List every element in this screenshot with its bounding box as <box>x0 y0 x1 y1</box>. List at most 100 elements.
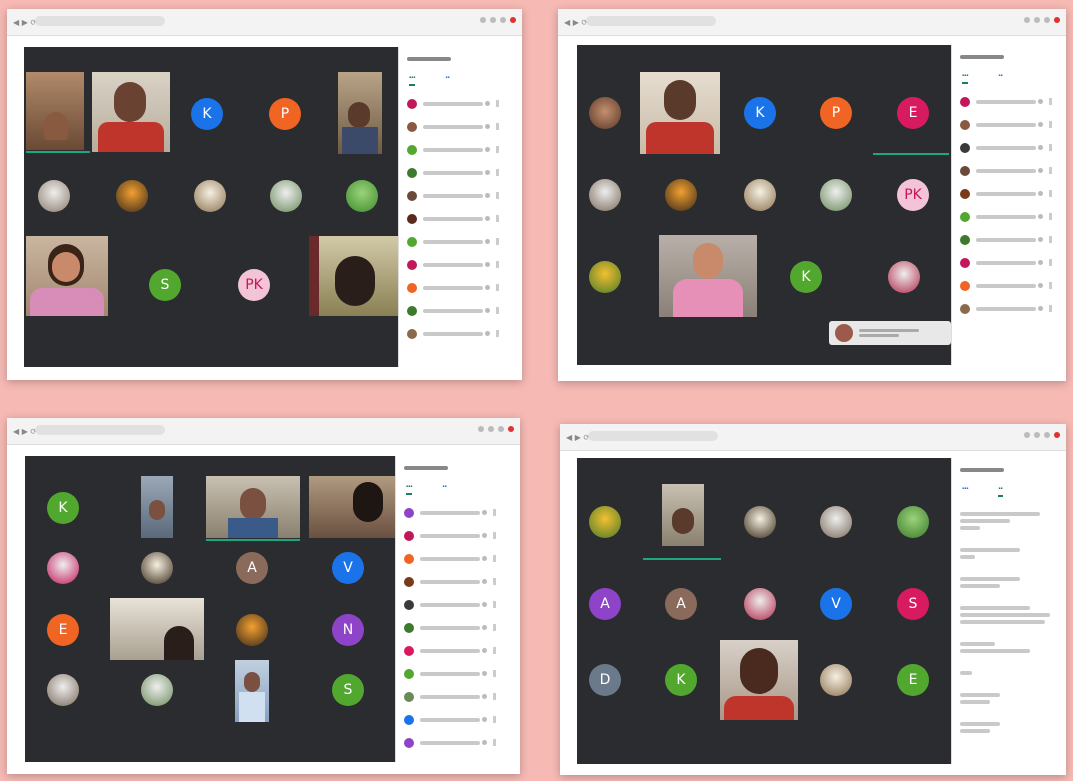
back-forward-icon[interactable]: ◀ ▶ ⟳ <box>13 427 37 436</box>
participant-photo-avatar <box>47 674 79 706</box>
tab-people[interactable]: ▪▪▪ <box>962 73 969 84</box>
tab-chat[interactable]: ▪▪ <box>998 73 1002 84</box>
participant-video[interactable] <box>26 236 108 316</box>
participant-row[interactable] <box>952 251 1060 274</box>
participant-row[interactable] <box>396 593 504 616</box>
participant-row[interactable] <box>399 230 507 253</box>
speaking-indicator <box>26 151 90 153</box>
participant-photo-avatar <box>589 506 621 538</box>
back-forward-icon[interactable]: ◀ ▶ ⟳ <box>13 18 37 27</box>
participant-row[interactable] <box>399 92 507 115</box>
avatar-k: K <box>191 98 223 130</box>
tab-chat[interactable]: ▪▪ <box>445 75 449 86</box>
speaking-indicator <box>873 153 949 155</box>
participant-photo-avatar <box>116 180 148 212</box>
address-bar[interactable] <box>35 16 165 26</box>
tab-people[interactable]: ▪▪▪ <box>962 486 968 497</box>
panel-tabs[interactable]: ▪▪▪ ▪▪ <box>952 67 1060 90</box>
tab-chat[interactable]: ▪▪ <box>442 484 446 495</box>
panel-tabs[interactable]: ▪▪▪ ▪▪ <box>399 69 507 92</box>
browser-extensions <box>1024 432 1060 438</box>
avatar-a: A <box>589 588 621 620</box>
participant-photo-avatar <box>589 179 621 211</box>
participant-video[interactable] <box>141 476 173 538</box>
participant-row[interactable] <box>399 253 507 276</box>
participant-row[interactable] <box>952 182 1060 205</box>
participant-photo-avatar <box>141 674 173 706</box>
participant-row[interactable] <box>952 297 1060 320</box>
participant-video[interactable] <box>309 476 395 538</box>
participant-video[interactable] <box>110 598 204 660</box>
panel-tabs[interactable]: ▪▪▪ ▪▪ <box>396 478 504 501</box>
participant-row[interactable] <box>399 276 507 299</box>
avatar-n: N <box>332 614 364 646</box>
participant-photo-avatar <box>897 506 929 538</box>
avatar-a: A <box>236 552 268 584</box>
participant-photo-avatar <box>236 614 268 646</box>
avatar-p: P <box>269 98 301 130</box>
participant-video[interactable] <box>662 484 704 546</box>
chat-message <box>952 597 1060 633</box>
chat-message <box>952 684 1060 713</box>
chat-message <box>952 713 1060 742</box>
tab-chat[interactable]: ▪▪ <box>998 486 1003 497</box>
participant-row[interactable] <box>399 322 507 345</box>
avatar-s: S <box>897 588 929 620</box>
participant-row[interactable] <box>396 639 504 662</box>
participant-video[interactable] <box>92 72 170 152</box>
address-bar[interactable] <box>35 425 165 435</box>
tab-people[interactable]: ▪▪▪ <box>406 484 413 495</box>
avatar-v: V <box>332 552 364 584</box>
participant-row[interactable] <box>399 207 507 230</box>
people-panel: ▪▪▪ ▪▪ <box>395 456 504 762</box>
participant-video[interactable] <box>206 476 300 538</box>
participant-row[interactable] <box>396 570 504 593</box>
avatar-e: E <box>897 97 929 129</box>
participant-row[interactable] <box>396 662 504 685</box>
back-forward-icon[interactable]: ◀ ▶ ⟳ <box>564 18 588 27</box>
participant-video[interactable] <box>309 236 398 316</box>
avatar <box>835 324 853 342</box>
participant-row[interactable] <box>952 159 1060 182</box>
participant-photo-avatar <box>589 261 621 293</box>
participant-video[interactable] <box>26 72 84 150</box>
participant-video[interactable] <box>659 235 757 317</box>
video-stage: K A V E N S <box>25 456 395 762</box>
browser-extensions <box>478 426 514 432</box>
participant-row[interactable] <box>952 136 1060 159</box>
people-panel: ▪▪▪ ▪▪ <box>951 45 1060 365</box>
panel-title <box>952 458 1060 480</box>
participant-row[interactable] <box>952 205 1060 228</box>
participant-row[interactable] <box>396 501 504 524</box>
participant-photo-avatar <box>888 261 920 293</box>
participant-row[interactable] <box>952 274 1060 297</box>
tab-people[interactable]: ▪▪▪ <box>409 75 416 86</box>
avatar-a: A <box>665 588 697 620</box>
participant-video[interactable] <box>640 72 720 154</box>
meet-screenshot-top-right: ◀ ▶ ⟳ K P E PK K ▪▪▪ ▪▪ <box>558 9 1066 381</box>
participant-row[interactable] <box>396 708 504 731</box>
participant-row[interactable] <box>399 115 507 138</box>
participant-photo-avatar <box>820 506 852 538</box>
address-bar[interactable] <box>586 16 716 26</box>
panel-tabs[interactable]: ▪▪▪ ▪▪ <box>952 480 1060 503</box>
participant-row[interactable] <box>399 138 507 161</box>
address-bar[interactable] <box>588 431 718 441</box>
participant-row[interactable] <box>396 547 504 570</box>
participant-row[interactable] <box>396 616 504 639</box>
participant-row[interactable] <box>952 228 1060 251</box>
participant-row[interactable] <box>952 113 1060 136</box>
avatar-d: D <box>589 664 621 696</box>
participant-row[interactable] <box>399 184 507 207</box>
participant-row[interactable] <box>399 161 507 184</box>
participant-video[interactable] <box>235 660 269 722</box>
participant-row[interactable] <box>396 685 504 708</box>
participant-row[interactable] <box>399 299 507 322</box>
participant-row[interactable] <box>952 90 1060 113</box>
participant-row[interactable] <box>396 524 504 547</box>
participant-video[interactable] <box>720 640 798 720</box>
back-forward-icon[interactable]: ◀ ▶ ⟳ <box>566 433 590 442</box>
participant-video[interactable] <box>338 72 382 154</box>
participant-row[interactable] <box>396 731 504 754</box>
participant-photo-avatar <box>744 179 776 211</box>
